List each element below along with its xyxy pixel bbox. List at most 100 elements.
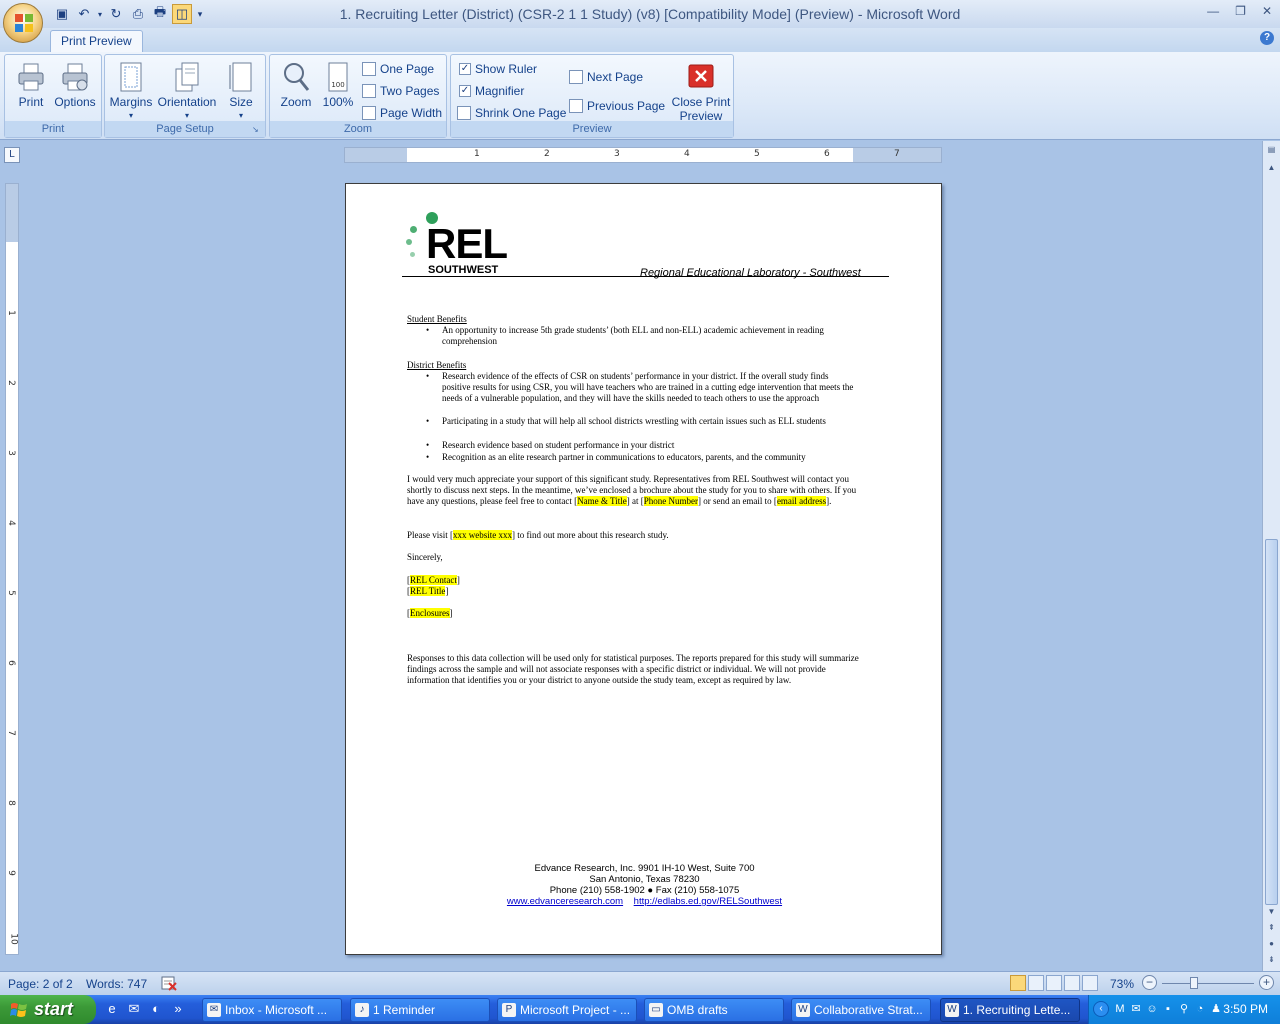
- options-button[interactable]: Options: [51, 59, 99, 121]
- footer-phone-fax: Phone (210) 558-1902 ● Fax (210) 558-107…: [549, 885, 740, 896]
- two-pages-button[interactable]: Two Pages: [362, 81, 439, 101]
- scroll-up-icon[interactable]: ▲: [1265, 163, 1278, 177]
- website-placeholder: xxx website xxx: [453, 530, 512, 540]
- quick-launch: e ✉ ◐ »: [104, 1000, 186, 1018]
- vruler-number: 9: [5, 870, 16, 876]
- zoom-in-icon[interactable]: +: [1259, 975, 1274, 990]
- list-item: Research evidence of the effects of CSR …: [426, 371, 857, 404]
- help-icon[interactable]: ?: [1260, 31, 1274, 45]
- outlook-quick-icon[interactable]: ✉: [126, 1000, 142, 1018]
- page-footer: Edvance Research, Inc. 9901 IH-10 West, …: [346, 863, 943, 907]
- zoom-level[interactable]: 73%: [1110, 977, 1134, 991]
- ribbon-tab-row: Print Preview ?: [0, 28, 1280, 52]
- tray-mail-icon[interactable]: ✉: [1129, 1002, 1143, 1016]
- magnifying-glass-icon: [284, 63, 310, 91]
- next-page-button[interactable]: Next Page: [569, 67, 643, 87]
- next-page-nav-icon[interactable]: ⇟: [1265, 955, 1278, 969]
- print-layout-view-icon[interactable]: [1010, 975, 1026, 991]
- quick-launch-more-icon[interactable]: »: [170, 1000, 186, 1018]
- zoom-slider-thumb[interactable]: [1190, 977, 1199, 989]
- draft-view-icon[interactable]: [1082, 975, 1098, 991]
- size-button[interactable]: Size ▾: [217, 59, 265, 121]
- tray-user-icon[interactable]: ♟: [1209, 1002, 1223, 1016]
- select-browse-object-icon[interactable]: ●: [1265, 939, 1278, 953]
- page-count[interactable]: Page: 2 of 2: [8, 977, 73, 991]
- tray-volume-icon[interactable]: ◔: [1193, 1002, 1207, 1016]
- name-title-placeholder: Name & Title: [577, 496, 627, 506]
- taskbar-item-active[interactable]: W 1. Recruiting Lette...: [940, 998, 1080, 1022]
- word-doc-icon: W: [945, 1003, 959, 1017]
- horizontal-ruler[interactable]: 1 2 3 4 5 6 7: [344, 147, 942, 163]
- tray-messenger-icon[interactable]: ☺: [1145, 1002, 1159, 1016]
- outline-view-icon[interactable]: [1064, 975, 1080, 991]
- footer-links: www.edvanceresearch.com http://edlabs.ed…: [346, 896, 943, 907]
- word-count[interactable]: Words: 747: [86, 977, 147, 991]
- taskbar-item[interactable]: W Collaborative Strat...: [791, 998, 931, 1022]
- zoom-100-label: 100%: [322, 95, 354, 109]
- one-page-button[interactable]: One Page: [362, 59, 434, 79]
- restore-icon[interactable]: ❐: [1235, 4, 1246, 18]
- taskbar-item[interactable]: P Microsoft Project - ...: [497, 998, 637, 1022]
- proofing-icon[interactable]: [160, 975, 178, 991]
- view-ruler-icon[interactable]: ▤: [1265, 145, 1278, 159]
- two-pages-label: Two Pages: [380, 84, 440, 98]
- vertical-ruler[interactable]: 1 2 3 4 5 6 7 8 9 10: [5, 183, 19, 955]
- header-subtitle: Regional Educational Laboratory - Southw…: [640, 267, 861, 279]
- show-ruler-label: Show Ruler: [475, 62, 538, 76]
- close-preview-icon: [688, 64, 714, 88]
- previous-page-nav-icon[interactable]: ⇞: [1265, 923, 1278, 937]
- close-window-icon[interactable]: ✕: [1262, 4, 1272, 18]
- scroll-down-icon[interactable]: ▼: [1265, 907, 1278, 921]
- shrink-one-page-button[interactable]: Shrink One Page: [457, 103, 566, 123]
- minimize-icon[interactable]: —: [1207, 4, 1219, 18]
- tab-print-preview[interactable]: Print Preview: [50, 30, 143, 52]
- zoom-button[interactable]: Zoom: [272, 59, 320, 121]
- tray-network-icon[interactable]: ▪: [1161, 1002, 1175, 1016]
- phone-number-placeholder: Phone Number: [643, 496, 698, 506]
- close-preview-label-1: Close Print: [671, 95, 731, 109]
- taskbar-item[interactable]: ▭ OMB drafts: [644, 998, 784, 1022]
- show-desktop-icon[interactable]: ◐: [148, 1000, 164, 1018]
- margins-icon: [120, 62, 142, 92]
- page-width-icon: [362, 106, 376, 120]
- vertical-scrollbar[interactable]: ▤ ▲ ▼ ⇞ ● ⇟: [1262, 141, 1280, 971]
- office-button[interactable]: [3, 3, 43, 43]
- vruler-number: 8: [5, 800, 16, 806]
- reminder-icon: ♪: [355, 1003, 369, 1017]
- zoom-group-label: Zoom: [270, 121, 446, 137]
- magnifier-checkbox[interactable]: ✓ Magnifier: [459, 81, 524, 101]
- relsouthwest-link[interactable]: http://edlabs.ed.gov/RELSouthwest: [634, 896, 782, 907]
- taskbar-item[interactable]: ♪ 1 Reminder: [350, 998, 490, 1022]
- tray-app-icon[interactable]: M: [1113, 1002, 1127, 1016]
- page-width-button[interactable]: Page Width: [362, 103, 442, 123]
- taskbar-item[interactable]: ✉ Inbox - Microsoft ...: [202, 998, 342, 1022]
- margins-button[interactable]: Margins ▾: [107, 59, 155, 121]
- zoom-slider[interactable]: [1162, 983, 1254, 984]
- magnifier-label: Magnifier: [475, 84, 525, 98]
- print-button[interactable]: Print: [7, 59, 55, 121]
- web-layout-view-icon[interactable]: [1046, 975, 1062, 991]
- one-page-icon: [362, 62, 376, 76]
- zoom-out-icon[interactable]: −: [1142, 975, 1157, 990]
- tab-selector-icon[interactable]: L: [4, 147, 20, 163]
- zoom-100-button[interactable]: 100 100%: [314, 59, 362, 121]
- taskbar: start e ✉ ◐ » ✉ Inbox - Microsoft ... ♪ 1 …: [0, 995, 1280, 1024]
- tray-expand-icon[interactable]: ‹: [1093, 1001, 1109, 1017]
- internet-explorer-icon[interactable]: e: [104, 1000, 120, 1018]
- close-print-preview-button[interactable]: Close Print Preview: [669, 59, 733, 123]
- vruler-number: 3: [5, 450, 16, 456]
- document-page[interactable]: REL SOUTHWEST Regional Educational Labor…: [345, 183, 942, 955]
- full-screen-reading-view-icon[interactable]: [1028, 975, 1044, 991]
- website-paragraph: Please visit [xxx website xxx] to find o…: [407, 530, 669, 540]
- tray-search-icon[interactable]: ⚲: [1177, 1002, 1191, 1016]
- show-ruler-checkbox[interactable]: ✓ Show Ruler: [459, 59, 537, 79]
- start-button[interactable]: start: [0, 995, 96, 1024]
- page-setup-dialog-launcher-icon[interactable]: ↘: [252, 125, 262, 135]
- page-setup-group: Margins ▾ Orientation ▾ Size ▾ Page Setu…: [104, 54, 266, 138]
- size-label: Size: [229, 95, 253, 109]
- scrollbar-thumb[interactable]: [1265, 539, 1278, 905]
- edvance-link[interactable]: www.edvanceresearch.com: [507, 896, 623, 907]
- print-options-icon: [62, 63, 88, 91]
- previous-page-button[interactable]: Previous Page: [569, 96, 665, 116]
- orientation-button[interactable]: Orientation ▾: [157, 59, 217, 121]
